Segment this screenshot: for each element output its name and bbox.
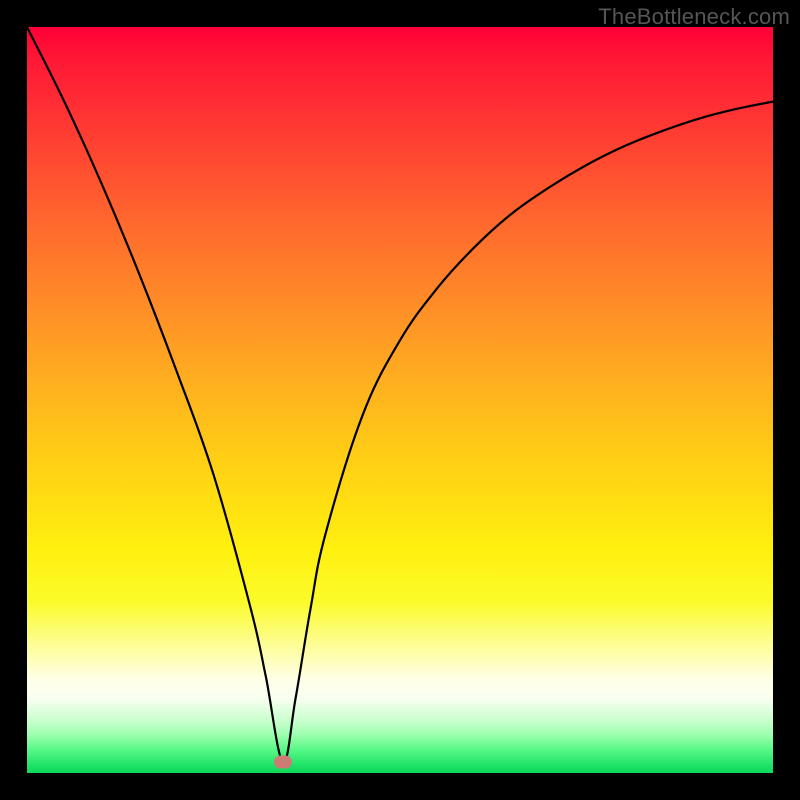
chart-frame xyxy=(27,27,773,773)
watermark-text: TheBottleneck.com xyxy=(598,4,790,30)
minimum-marker xyxy=(274,756,292,769)
bottleneck-curve xyxy=(27,27,773,773)
